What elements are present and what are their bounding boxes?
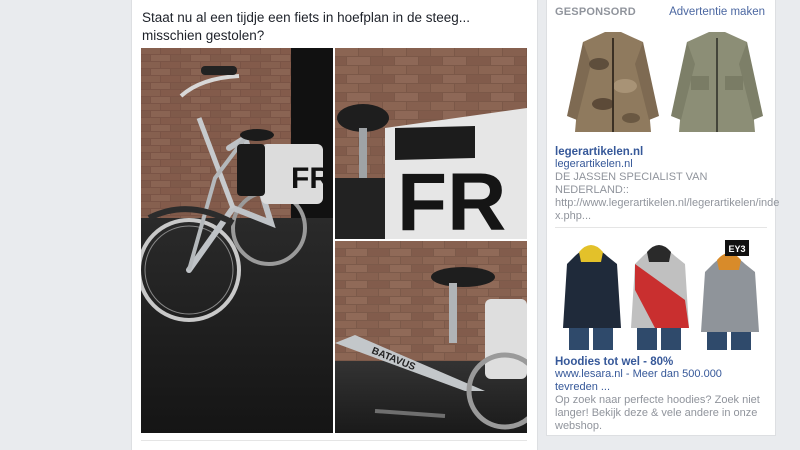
sponsored-title: GESPONSORD	[555, 6, 636, 18]
ad-body: DE JASSEN SPECIALIST VAN NEDERLAND:: htt…	[555, 171, 780, 222]
post-footer-divider	[141, 440, 527, 441]
ad-body: Op zoek naar perfecte hoodies? Zoek niet…	[555, 394, 760, 432]
photo-bag-closeup[interactable]: FR	[335, 48, 527, 239]
ad-title[interactable]: legerartikelen.nl	[555, 146, 767, 158]
bike-full-illustration: FR	[141, 48, 333, 433]
frame-closeup-illustration: BATAVUS	[335, 241, 527, 433]
ad-domain: legerartikelen.nl	[555, 158, 633, 170]
post-text: Staat nu al een tijdje een fiets in hoef…	[142, 10, 470, 43]
ad-image-jackets[interactable]	[555, 24, 767, 142]
photo-bike-full[interactable]: FR	[141, 48, 333, 433]
bag-closeup-letters: FR	[397, 157, 506, 239]
bag-closeup-illustration: FR	[335, 48, 527, 239]
sponsored-sidebar: GESPONSORD Advertentie maken legerartike…	[546, 0, 780, 436]
photo-frame-closeup[interactable]: BATAVUS	[335, 241, 527, 433]
ad-legerartikelen[interactable]: legerartikelen.nl legerartikelen.nl DE J…	[555, 24, 780, 223]
ad-domain: www.lesara.nl - Meer dan 500.000 tevrede…	[555, 368, 722, 393]
ad-separator	[555, 227, 767, 228]
sidebar-header: GESPONSORD Advertentie maken	[555, 6, 765, 20]
ad-title[interactable]: Hoodies tot wel - 80%	[555, 356, 767, 368]
bag-letters: FR	[291, 162, 331, 195]
ad-lesara[interactable]: EY3 Hoodies tot wel - 80% www.lesara.nl …	[555, 240, 767, 433]
post-card: Staat nu al een tijdje een fiets in hoef…	[131, 0, 538, 450]
ad-brand-badge: EY3	[728, 244, 745, 254]
create-ad-link[interactable]: Advertentie maken	[669, 6, 765, 18]
ad-image-hoodies[interactable]: EY3	[555, 240, 767, 352]
